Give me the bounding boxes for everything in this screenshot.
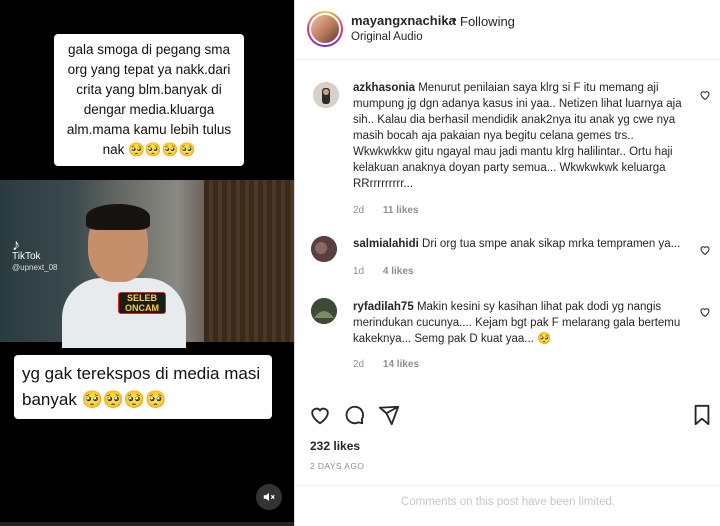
speaker-muted-icon[interactable] bbox=[256, 484, 282, 510]
separator-dot: • bbox=[452, 12, 457, 27]
wood-wall bbox=[204, 180, 294, 342]
video-progress-bar[interactable] bbox=[0, 522, 294, 526]
comment-meta: 2d 11 likes bbox=[353, 205, 435, 216]
comment-username[interactable]: salmialahidi bbox=[353, 238, 419, 250]
comment-age: 1d bbox=[353, 266, 365, 277]
comment-avatar[interactable] bbox=[311, 236, 337, 262]
likes-count[interactable]: 232 likes bbox=[310, 439, 360, 453]
comment-age: 2d bbox=[353, 359, 365, 370]
heart-icon[interactable] bbox=[309, 404, 331, 426]
post-actions bbox=[295, 400, 720, 428]
comment-username[interactable]: ryfadilah75 bbox=[353, 301, 414, 313]
comments-list[interactable]: azkhasonia Menurut penilaian saya klrg s… bbox=[295, 60, 720, 390]
badge-line-1: SELEB bbox=[126, 293, 157, 303]
comment-username[interactable]: azkhasonia bbox=[353, 82, 415, 94]
seleb-oncam-badge: SELEB ONCAM bbox=[118, 292, 166, 314]
tiktok-note-icon: ♪ bbox=[12, 237, 20, 254]
bookmark-icon[interactable] bbox=[692, 404, 712, 426]
post-panel: mayangxnachika • Following Original Audi… bbox=[294, 0, 720, 526]
tiktok-label: TikTok bbox=[12, 251, 41, 262]
post-video[interactable]: gala smoga di pegang sma org yang tepat … bbox=[0, 0, 294, 526]
follow-status[interactable]: Following bbox=[460, 14, 515, 29]
comment-likes[interactable]: 14 likes bbox=[383, 359, 419, 370]
comment-meta: 1d 4 likes bbox=[353, 266, 430, 277]
author-username[interactable]: mayangxnachika bbox=[351, 13, 456, 28]
comment-meta: 2d 14 likes bbox=[353, 359, 435, 370]
comment-body: ryfadilah75 Makin kesini sy kasihan liha… bbox=[353, 299, 689, 347]
comment-age: 2d bbox=[353, 205, 365, 216]
post-header: mayangxnachika • Following Original Audi… bbox=[295, 0, 720, 60]
like-comment-icon[interactable] bbox=[699, 244, 711, 256]
comment-text: Menurut penilaian saya klrg si F itu mem… bbox=[353, 82, 682, 190]
comment-likes[interactable]: 4 likes bbox=[383, 266, 414, 277]
video-caption-top: gala smoga di pegang sma org yang tepat … bbox=[54, 34, 244, 166]
badge-line-2: ONCAM bbox=[125, 303, 159, 313]
post-date: 2 DAYS AGO bbox=[310, 461, 365, 471]
comment-likes[interactable]: 11 likes bbox=[383, 205, 419, 216]
man-in-video bbox=[62, 204, 186, 348]
comment-avatar[interactable] bbox=[313, 82, 339, 108]
comments-limited-notice: Comments on this post have been limited. bbox=[295, 485, 720, 526]
like-comment-icon[interactable] bbox=[699, 306, 711, 318]
tiktok-watermark: ♪ TikTok @upnext_08 bbox=[12, 237, 58, 273]
tiktok-user: @upnext_08 bbox=[12, 263, 58, 272]
comment-body: azkhasonia Menurut penilaian saya klrg s… bbox=[353, 80, 689, 192]
video-caption-bottom: yg gak terekspos di media masi banyak 🥺🥺… bbox=[14, 355, 272, 419]
author-avatar[interactable] bbox=[307, 11, 343, 47]
comment-body: salmialahidi Dri org tua smpe anak sikap… bbox=[353, 236, 689, 252]
like-comment-icon[interactable] bbox=[699, 89, 711, 101]
comment-text: Dri org tua smpe anak sikap mrka tempram… bbox=[422, 238, 681, 250]
comment-avatar[interactable] bbox=[311, 298, 337, 324]
comment-icon[interactable] bbox=[343, 404, 365, 426]
share-icon[interactable] bbox=[378, 404, 400, 426]
audio-label[interactable]: Original Audio bbox=[351, 31, 423, 43]
